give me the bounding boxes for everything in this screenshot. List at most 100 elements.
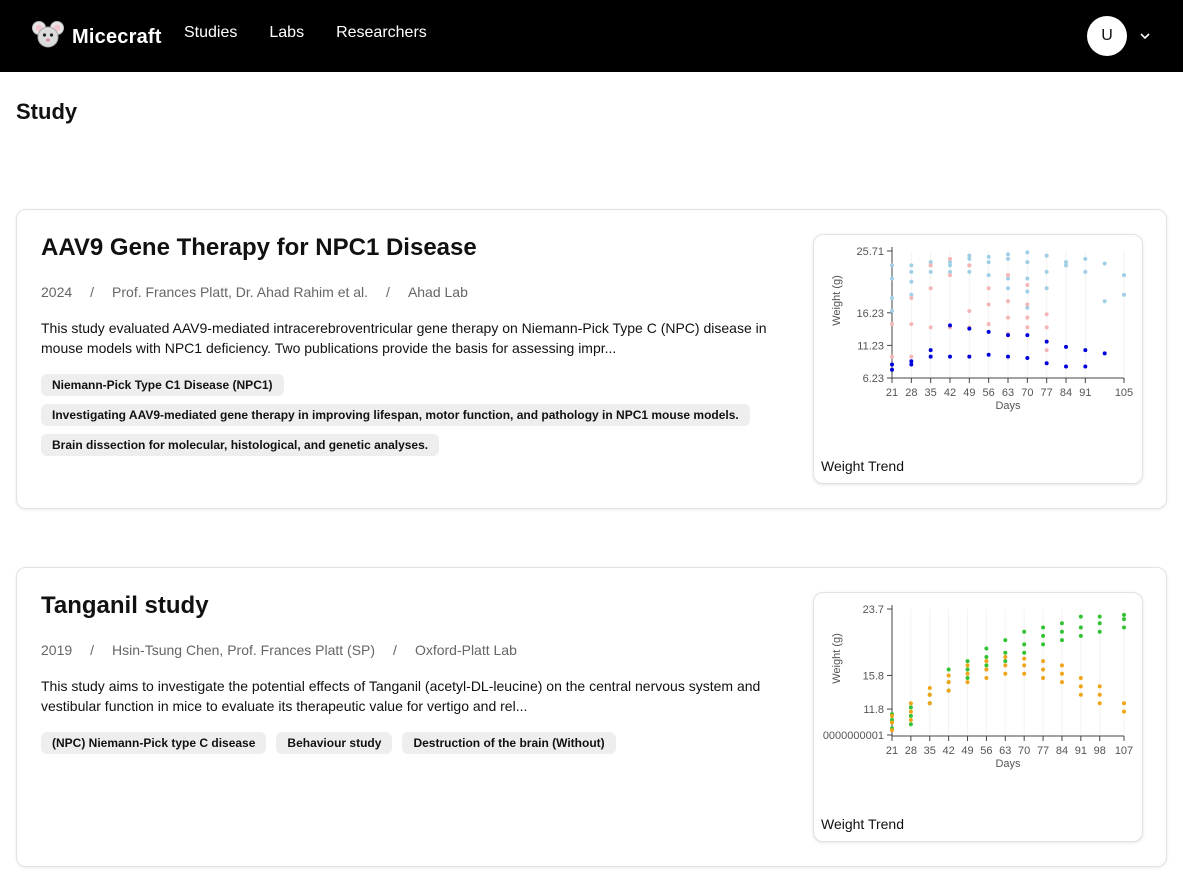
data-point bbox=[984, 663, 989, 668]
chart-caption: Weight Trend bbox=[821, 458, 905, 474]
study-authors: Prof. Frances Platt, Dr. Ahad Rahim et a… bbox=[112, 284, 369, 300]
data-point bbox=[986, 286, 991, 291]
data-point bbox=[1122, 709, 1126, 714]
data-point bbox=[1078, 692, 1083, 697]
data-point bbox=[1025, 260, 1030, 265]
x-tick-label: 63 bbox=[999, 745, 1011, 757]
x-tick-label: 105 bbox=[1115, 387, 1133, 399]
study-title[interactable]: AAV9 Gene Therapy for NPC1 Disease bbox=[41, 234, 477, 262]
data-point bbox=[1083, 348, 1088, 353]
data-point bbox=[1078, 633, 1083, 638]
x-axis-label: Days bbox=[995, 758, 1021, 770]
data-point bbox=[967, 253, 972, 258]
data-point bbox=[1003, 663, 1008, 668]
tag: Behaviour study bbox=[276, 732, 393, 754]
data-point bbox=[1003, 659, 1008, 664]
data-point bbox=[986, 254, 991, 259]
tag: Brain dissection for molecular, histolog… bbox=[41, 434, 440, 456]
data-point bbox=[1097, 614, 1102, 619]
data-point bbox=[1102, 261, 1107, 266]
mouse-logo-icon bbox=[32, 20, 64, 55]
top-navigation-bar: Micecraft Studies Labs Researchers U bbox=[0, 0, 1183, 72]
data-point bbox=[1006, 256, 1010, 261]
data-point bbox=[1025, 282, 1030, 287]
data-point bbox=[1006, 354, 1010, 359]
tag: Niemann-Pick Type C1 Disease (NPC1) bbox=[41, 374, 284, 396]
x-tick-label: 56 bbox=[980, 745, 992, 757]
data-point bbox=[890, 367, 894, 372]
y-tick-label: 6.23 bbox=[863, 373, 884, 385]
data-point bbox=[986, 260, 991, 265]
x-tick-label: 107 bbox=[1115, 745, 1133, 757]
data-point bbox=[1122, 701, 1126, 706]
data-point bbox=[1044, 269, 1049, 274]
data-point bbox=[1122, 617, 1126, 622]
data-point bbox=[1022, 642, 1027, 647]
data-point bbox=[909, 269, 914, 274]
data-point bbox=[928, 325, 933, 330]
data-point bbox=[1097, 629, 1102, 634]
study-meta: 2019 / Hsin-Tsung Chen, Prof. Frances Pl… bbox=[41, 642, 517, 658]
data-point bbox=[1097, 684, 1102, 689]
data-point bbox=[1003, 638, 1008, 643]
y-tick-label: 25.71 bbox=[856, 246, 884, 258]
tag: (NPC) Niemann-Pick type C disease bbox=[41, 732, 267, 754]
data-point bbox=[1022, 629, 1027, 634]
data-point bbox=[1041, 675, 1046, 680]
data-point bbox=[927, 692, 932, 697]
nav-item-studies[interactable]: Studies bbox=[184, 24, 237, 42]
x-tick-label: 42 bbox=[943, 745, 955, 757]
data-point bbox=[1044, 312, 1049, 317]
weight-trend-chart[interactable]: 21 28 35 42 49 56 63 70 77 84 91 98 107 0000000001 11.… bbox=[813, 592, 1143, 842]
brand-link[interactable]: Micecraft bbox=[32, 20, 162, 55]
data-point bbox=[986, 329, 991, 334]
data-point bbox=[967, 269, 972, 274]
x-tick-label: 49 bbox=[961, 745, 973, 757]
user-menu[interactable]: U bbox=[1087, 16, 1151, 56]
nav-item-labs[interactable]: Labs bbox=[269, 24, 304, 42]
nav-item-researchers[interactable]: Researchers bbox=[336, 24, 427, 42]
study-title[interactable]: Tanganil study bbox=[41, 592, 209, 620]
data-point bbox=[1022, 671, 1027, 676]
data-point bbox=[890, 276, 894, 281]
chevron-down-icon[interactable] bbox=[1139, 27, 1151, 45]
data-point bbox=[1025, 276, 1030, 281]
data-point bbox=[1022, 650, 1027, 655]
data-point bbox=[967, 326, 972, 331]
x-tick-label: 56 bbox=[983, 387, 995, 399]
data-point bbox=[1064, 344, 1068, 349]
data-point bbox=[1044, 339, 1049, 344]
x-tick-label: 63 bbox=[1002, 387, 1014, 399]
data-point bbox=[965, 663, 970, 668]
y-tick-label: 16.23 bbox=[856, 308, 884, 320]
data-point bbox=[1083, 256, 1088, 261]
x-tick-label: 35 bbox=[924, 745, 936, 757]
data-point bbox=[908, 701, 913, 706]
data-point bbox=[908, 713, 913, 718]
data-point bbox=[1064, 364, 1068, 369]
data-point bbox=[1078, 625, 1083, 630]
data-point bbox=[948, 323, 952, 328]
avatar[interactable]: U bbox=[1087, 16, 1127, 56]
data-point bbox=[984, 667, 989, 672]
weight-chart-svg: 21 28 35 42 49 56 63 70 77 84 91 98 107 0000000001 11.… bbox=[823, 604, 1133, 770]
meta-separator: / bbox=[393, 642, 397, 658]
x-tick-label: 77 bbox=[1037, 745, 1049, 757]
y-tick-label: 11.8 bbox=[863, 704, 884, 716]
data-point bbox=[1044, 253, 1049, 258]
weight-trend-chart[interactable]: 21 28 35 42 49 56 63 70 77 84 91 105 6.23 11.23 16.23 2… bbox=[813, 234, 1143, 484]
data-point bbox=[908, 722, 913, 727]
data-point bbox=[890, 296, 894, 301]
data-point bbox=[948, 256, 952, 261]
study-card[interactable]: AAV9 Gene Therapy for NPC1 Disease 2024 … bbox=[16, 209, 1167, 509]
data-point bbox=[890, 309, 894, 314]
data-point bbox=[1044, 361, 1049, 366]
y-tick-label: 0000000001 bbox=[823, 730, 884, 742]
data-point bbox=[946, 688, 951, 693]
data-point bbox=[1059, 680, 1064, 685]
data-point bbox=[1102, 299, 1107, 304]
data-point bbox=[909, 322, 914, 327]
data-point bbox=[1078, 675, 1083, 680]
data-point bbox=[1003, 654, 1008, 659]
study-card[interactable]: Tanganil study 2019 / Hsin-Tsung Chen, P… bbox=[16, 567, 1167, 867]
